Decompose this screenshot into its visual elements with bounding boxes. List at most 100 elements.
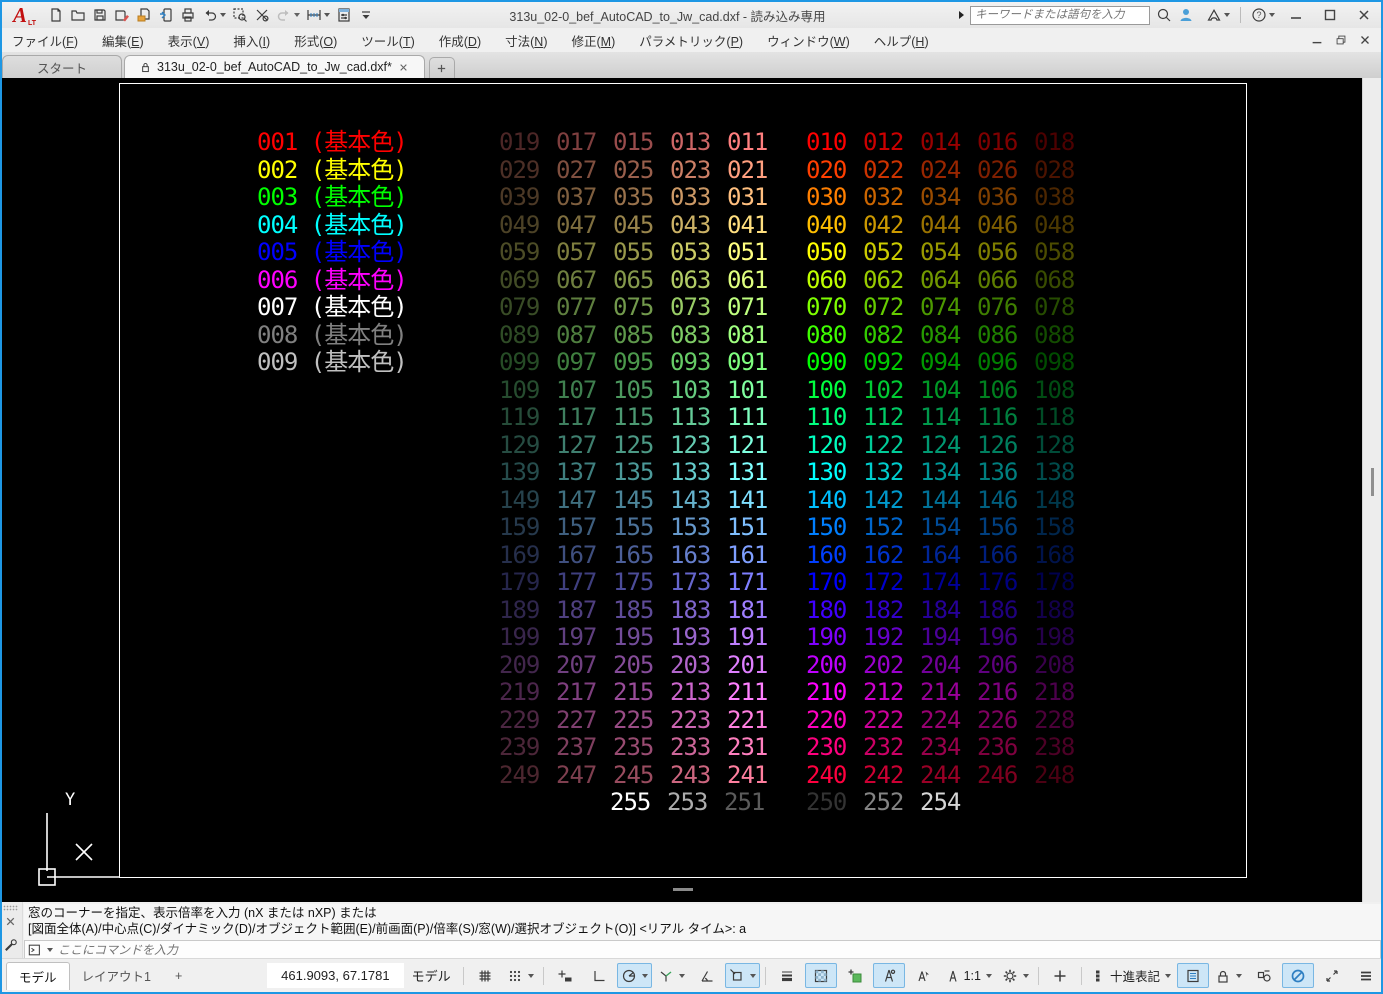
lock-ui-dropdown-icon[interactable] bbox=[1236, 974, 1242, 978]
tab-close-icon[interactable] bbox=[397, 61, 410, 74]
menu-item-11[interactable]: ウィンドウ(W) bbox=[755, 28, 862, 53]
window-maximize-button[interactable] bbox=[1315, 4, 1345, 26]
isometric-drafting-dropdown-icon[interactable] bbox=[679, 974, 685, 978]
selection-cycling-icon[interactable] bbox=[839, 963, 871, 988]
workspace-switching-dropdown-icon[interactable] bbox=[1023, 974, 1029, 978]
menu-item-12[interactable]: ヘルプ(H) bbox=[862, 28, 941, 53]
command-tools-wrench-icon[interactable] bbox=[3, 938, 18, 953]
layout1-tab[interactable]: レイアウト1 bbox=[70, 962, 163, 989]
autodesk-account-icon[interactable] bbox=[1204, 5, 1232, 25]
new-tab-button[interactable] bbox=[429, 57, 455, 78]
file-tab-1[interactable]: スタート bbox=[2, 55, 122, 78]
aci-color-099: 099 bbox=[499, 350, 539, 374]
search-icon[interactable] bbox=[1156, 7, 1172, 23]
command-panel-close-icon[interactable] bbox=[3, 914, 18, 929]
measure-icon[interactable] bbox=[304, 5, 332, 25]
document-minimize-button[interactable] bbox=[1305, 31, 1329, 49]
snap-mode-dropdown-icon[interactable] bbox=[528, 974, 534, 978]
window-close-button[interactable] bbox=[1349, 4, 1379, 26]
model-tab[interactable]: モデル bbox=[6, 962, 70, 990]
app-logo[interactable]: A LT bbox=[0, 2, 40, 28]
aci-color-113: 113 bbox=[670, 405, 710, 429]
aci-color-101: 101 bbox=[727, 378, 767, 402]
aci-color-031: 031 bbox=[727, 185, 767, 209]
aci-color-030: 030 bbox=[806, 185, 846, 209]
object-snap-dropdown-icon[interactable] bbox=[750, 974, 756, 978]
aci-color-074: 074 bbox=[920, 295, 960, 319]
new-layout-tab[interactable]: + bbox=[163, 965, 194, 987]
scrollbar-thumb[interactable] bbox=[1371, 468, 1374, 496]
transparency-icon[interactable] bbox=[805, 963, 837, 988]
aci-color-115: 115 bbox=[613, 405, 653, 429]
menu-item-2[interactable]: 編集(E) bbox=[90, 28, 156, 53]
command-window-drag-handle[interactable] bbox=[673, 888, 693, 891]
search-expand-icon[interactable] bbox=[959, 11, 964, 19]
command-input[interactable] bbox=[56, 942, 1380, 958]
annotation-monitor-icon[interactable] bbox=[1044, 963, 1076, 988]
command-panel-grip[interactable] bbox=[3, 905, 18, 911]
window-minimize-button[interactable] bbox=[1281, 4, 1311, 26]
annotation-autoscale-icon[interactable] bbox=[907, 963, 939, 988]
drawing-units-dropdown-icon[interactable] bbox=[1165, 974, 1171, 978]
lineweight-icon[interactable] bbox=[771, 963, 803, 988]
lock-ui-icon[interactable] bbox=[1211, 963, 1246, 988]
document-close-button[interactable] bbox=[1353, 31, 1377, 49]
annotation-scale-dropdown-icon[interactable] bbox=[986, 974, 992, 978]
zoom-extents-icon[interactable] bbox=[252, 5, 272, 25]
aci-color-135: 135 bbox=[613, 460, 653, 484]
menu-item-5[interactable]: 形式(O) bbox=[282, 28, 349, 53]
menu-item-8[interactable]: 寸法(N) bbox=[493, 28, 559, 53]
zoom-window-icon[interactable] bbox=[230, 5, 250, 25]
grid-display-icon[interactable] bbox=[469, 963, 501, 988]
drawing-canvas[interactable]: Y 001 (基本色)002 (基本色)003 (基本色)004 (基本色)00… bbox=[0, 78, 1362, 902]
menu-item-10[interactable]: パラメトリック(P) bbox=[627, 28, 755, 53]
redo-icon[interactable] bbox=[274, 5, 302, 25]
graphics-performance-icon[interactable] bbox=[1282, 963, 1314, 988]
qat-customize-icon[interactable] bbox=[356, 5, 376, 25]
aci-color-226: 226 bbox=[977, 708, 1017, 732]
menu-item-7[interactable]: 作成(D) bbox=[427, 28, 493, 53]
document-restore-button[interactable] bbox=[1329, 31, 1353, 49]
sign-in-person-icon[interactable] bbox=[1178, 7, 1194, 23]
menu-item-3[interactable]: 表示(V) bbox=[156, 28, 222, 53]
aci-color-233: 233 bbox=[670, 735, 710, 759]
file-tab-2[interactable]: 313u_02-0_bef_AutoCAD_to_Jw_cad.dxf* bbox=[124, 55, 425, 78]
quick-properties-icon[interactable] bbox=[1177, 963, 1209, 988]
new-file-icon[interactable] bbox=[46, 5, 66, 25]
save-as-icon[interactable] bbox=[112, 5, 132, 25]
annotation-scale-button[interactable]: 1:1 bbox=[941, 963, 996, 988]
isolate-objects-icon[interactable] bbox=[1248, 963, 1280, 988]
vertical-scrollbar[interactable] bbox=[1362, 78, 1382, 902]
menu-item-9[interactable]: 修正(M) bbox=[560, 28, 628, 53]
snap-mode-icon[interactable] bbox=[503, 963, 538, 988]
help-icon[interactable]: ? bbox=[1249, 5, 1277, 25]
polar-tracking-dropdown-icon[interactable] bbox=[642, 974, 648, 978]
plot-icon[interactable] bbox=[178, 5, 198, 25]
undo-icon[interactable] bbox=[200, 5, 228, 25]
clean-screen-icon[interactable] bbox=[1316, 963, 1348, 988]
drawing-units-button[interactable]: 十進表記 bbox=[1087, 963, 1175, 988]
model-space-button[interactable]: モデル bbox=[404, 961, 459, 990]
open-folder-icon[interactable] bbox=[68, 5, 88, 25]
open-web-mobile-icon[interactable] bbox=[134, 5, 154, 25]
customization-icon[interactable] bbox=[1350, 963, 1382, 988]
object-snap-icon[interactable] bbox=[725, 963, 760, 988]
command-prompt-caret-icon[interactable] bbox=[47, 948, 53, 952]
menu-item-4[interactable]: 挿入(I) bbox=[221, 28, 282, 53]
ortho-mode-icon[interactable] bbox=[583, 963, 615, 988]
dynamic-input-icon[interactable] bbox=[549, 963, 581, 988]
aci-color-205: 205 bbox=[613, 653, 653, 677]
save-icon[interactable] bbox=[90, 5, 110, 25]
annotation-visibility-icon[interactable] bbox=[873, 963, 905, 988]
search-input[interactable] bbox=[970, 6, 1150, 25]
coordinates-display[interactable]: 461.9093, 67.1781 bbox=[267, 963, 403, 988]
workspace-switching-icon[interactable] bbox=[998, 963, 1033, 988]
properties-icon[interactable] bbox=[334, 5, 354, 25]
command-prompt-icon[interactable] bbox=[28, 943, 42, 957]
menu-item-6[interactable]: ツール(T) bbox=[349, 28, 426, 53]
object-snap-tracking-icon[interactable] bbox=[691, 963, 723, 988]
menu-item-1[interactable]: ファイル(F) bbox=[0, 28, 90, 53]
polar-tracking-icon[interactable] bbox=[617, 963, 652, 988]
isometric-drafting-icon[interactable] bbox=[654, 963, 689, 988]
save-web-mobile-icon[interactable] bbox=[156, 5, 176, 25]
